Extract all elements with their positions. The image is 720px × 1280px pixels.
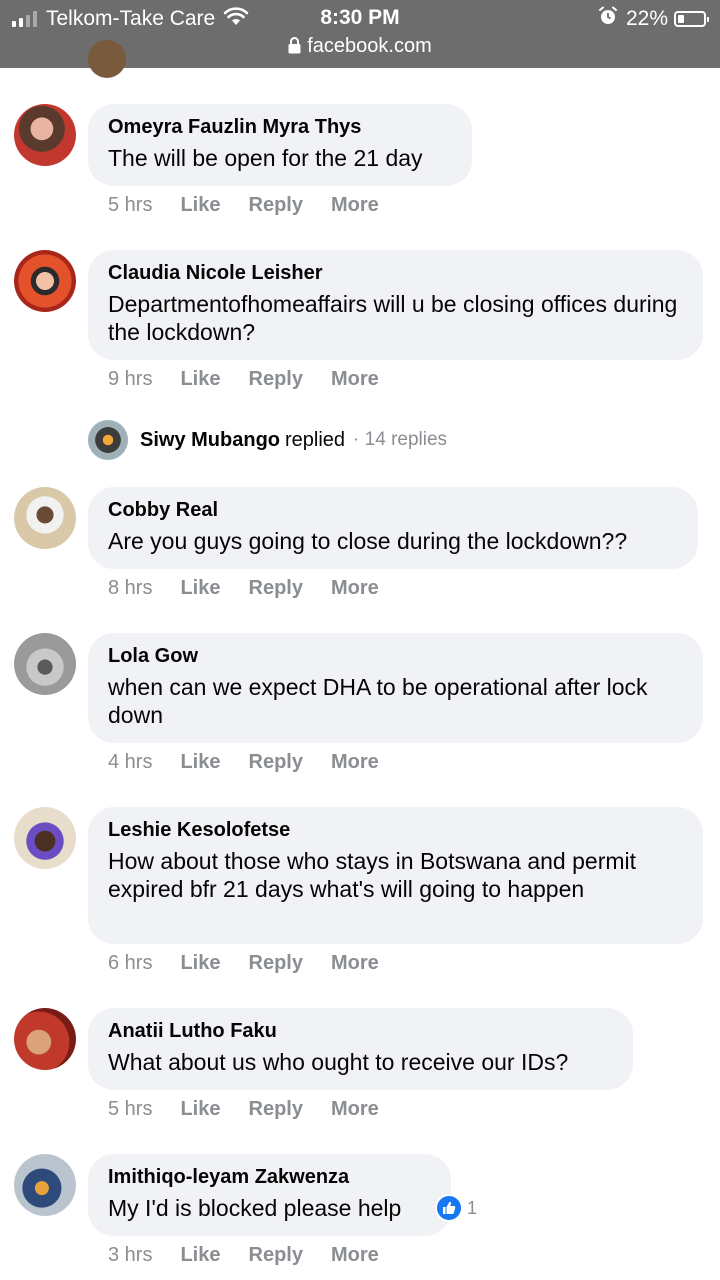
like-button[interactable]: Like bbox=[180, 952, 220, 975]
like-button[interactable]: Like bbox=[180, 577, 220, 600]
comment-actions: 9 hrs Like Reply More bbox=[108, 368, 407, 391]
more-button[interactable]: More bbox=[331, 577, 379, 600]
comment-author[interactable]: Leshie Kesolofetse bbox=[108, 817, 683, 843]
reply-button[interactable]: Reply bbox=[249, 368, 303, 391]
comment-author[interactable]: Cobby Real bbox=[108, 497, 678, 523]
avatar[interactable] bbox=[14, 1008, 76, 1070]
comment-author[interactable]: Omeyra Fauzlin Myra Thys bbox=[108, 114, 452, 140]
reply-verb: replied bbox=[285, 428, 346, 451]
reply-button[interactable]: Reply bbox=[249, 952, 303, 975]
comment-timestamp[interactable]: 5 hrs bbox=[108, 1098, 152, 1121]
like-button[interactable]: Like bbox=[180, 194, 220, 217]
comment-timestamp[interactable]: 5 hrs bbox=[108, 194, 152, 217]
like-button[interactable]: Like bbox=[180, 368, 220, 391]
comment-author[interactable]: Imithiqo-leyam Zakwenza bbox=[108, 1164, 431, 1190]
avatar[interactable] bbox=[88, 40, 126, 78]
comment-bubble: Lola Gow when can we expect DHA to be op… bbox=[88, 633, 703, 743]
more-button[interactable]: More bbox=[331, 368, 379, 391]
battery-icon bbox=[674, 11, 709, 27]
comment-author[interactable]: Lola Gow bbox=[108, 643, 683, 669]
like-button[interactable]: Like bbox=[180, 751, 220, 774]
more-button[interactable]: More bbox=[331, 194, 379, 217]
comment-text: when can we expect DHA to be operational… bbox=[108, 674, 648, 728]
avatar[interactable] bbox=[14, 104, 76, 166]
comment-text: How about those who stays in Botswana an… bbox=[108, 848, 637, 902]
comment-actions: 5 hrs Like Reply More bbox=[108, 194, 407, 217]
reply-count[interactable]: · 14 replies bbox=[353, 429, 447, 451]
reply-button[interactable]: Reply bbox=[249, 1098, 303, 1121]
more-button[interactable]: More bbox=[331, 1244, 379, 1267]
avatar[interactable] bbox=[14, 1154, 76, 1216]
url-text: facebook.com bbox=[307, 35, 432, 57]
comment-timestamp[interactable]: 4 hrs bbox=[108, 751, 152, 774]
comment-text: Are you guys going to close during the l… bbox=[108, 528, 628, 554]
more-button[interactable]: More bbox=[331, 952, 379, 975]
comment-actions: 8 hrs Like Reply More bbox=[108, 577, 407, 600]
comment-actions: 4 hrs Like Reply More bbox=[108, 751, 407, 774]
comment-timestamp[interactable]: 6 hrs bbox=[108, 952, 152, 975]
reply-button[interactable]: Reply bbox=[249, 751, 303, 774]
comment-text: My I'd is blocked please help bbox=[108, 1195, 402, 1221]
comment-bubble: Anatii Lutho Faku What about us who ough… bbox=[88, 1008, 633, 1090]
comment-timestamp[interactable]: 8 hrs bbox=[108, 577, 152, 600]
like-button[interactable]: Like bbox=[180, 1244, 220, 1267]
comment-bubble: Imithiqo-leyam Zakwenza My I'd is blocke… bbox=[88, 1154, 451, 1236]
more-button[interactable]: More bbox=[331, 1098, 379, 1121]
reaction-badge[interactable]: 1 bbox=[435, 1194, 477, 1222]
avatar[interactable] bbox=[14, 487, 76, 549]
comment-timestamp[interactable]: 3 hrs bbox=[108, 1244, 152, 1267]
avatar bbox=[88, 420, 128, 460]
comment-actions: 3 hrs Like Reply More bbox=[108, 1244, 407, 1267]
reply-button[interactable]: Reply bbox=[249, 194, 303, 217]
comment-bubble: Omeyra Fauzlin Myra Thys The will be ope… bbox=[88, 104, 472, 186]
more-button[interactable]: More bbox=[331, 751, 379, 774]
comment-author[interactable]: Anatii Lutho Faku bbox=[108, 1018, 613, 1044]
battery-percent: 22% bbox=[625, 7, 668, 30]
reply-button[interactable]: Reply bbox=[249, 1244, 303, 1267]
comment-text: The will be open for the 21 day bbox=[108, 145, 423, 171]
comment-actions: 6 hrs Like Reply More bbox=[108, 952, 407, 975]
reaction-count: 1 bbox=[467, 1197, 478, 1218]
comment-bubble: Leshie Kesolofetse How about those who s… bbox=[88, 807, 703, 944]
lock-icon bbox=[288, 37, 301, 60]
comment-bubble: Claudia Nicole Leisher Departmentofhomea… bbox=[88, 250, 703, 360]
comment-author[interactable]: Claudia Nicole Leisher bbox=[108, 260, 683, 286]
comment-bubble: Cobby Real Are you guys going to close d… bbox=[88, 487, 698, 569]
avatar[interactable] bbox=[14, 633, 76, 695]
comment-text: Departmentofhomeaffairs will u be closin… bbox=[108, 291, 678, 345]
alarm-icon bbox=[598, 6, 618, 32]
system-indicators: 22% bbox=[598, 6, 709, 32]
avatar[interactable] bbox=[14, 807, 76, 869]
avatar[interactable] bbox=[14, 250, 76, 312]
comment-actions: 5 hrs Like Reply More bbox=[108, 1098, 407, 1121]
reply-button[interactable]: Reply bbox=[249, 577, 303, 600]
comment-text: What about us who ought to receive our I… bbox=[108, 1049, 569, 1075]
reply-author[interactable]: Siwy Mubango bbox=[140, 429, 280, 452]
thumbs-up-icon bbox=[435, 1194, 463, 1222]
comment-timestamp[interactable]: 9 hrs bbox=[108, 368, 152, 391]
like-button[interactable]: Like bbox=[180, 1098, 220, 1121]
view-replies-link[interactable]: Siwy Mubango replied · 14 replies bbox=[88, 420, 447, 460]
